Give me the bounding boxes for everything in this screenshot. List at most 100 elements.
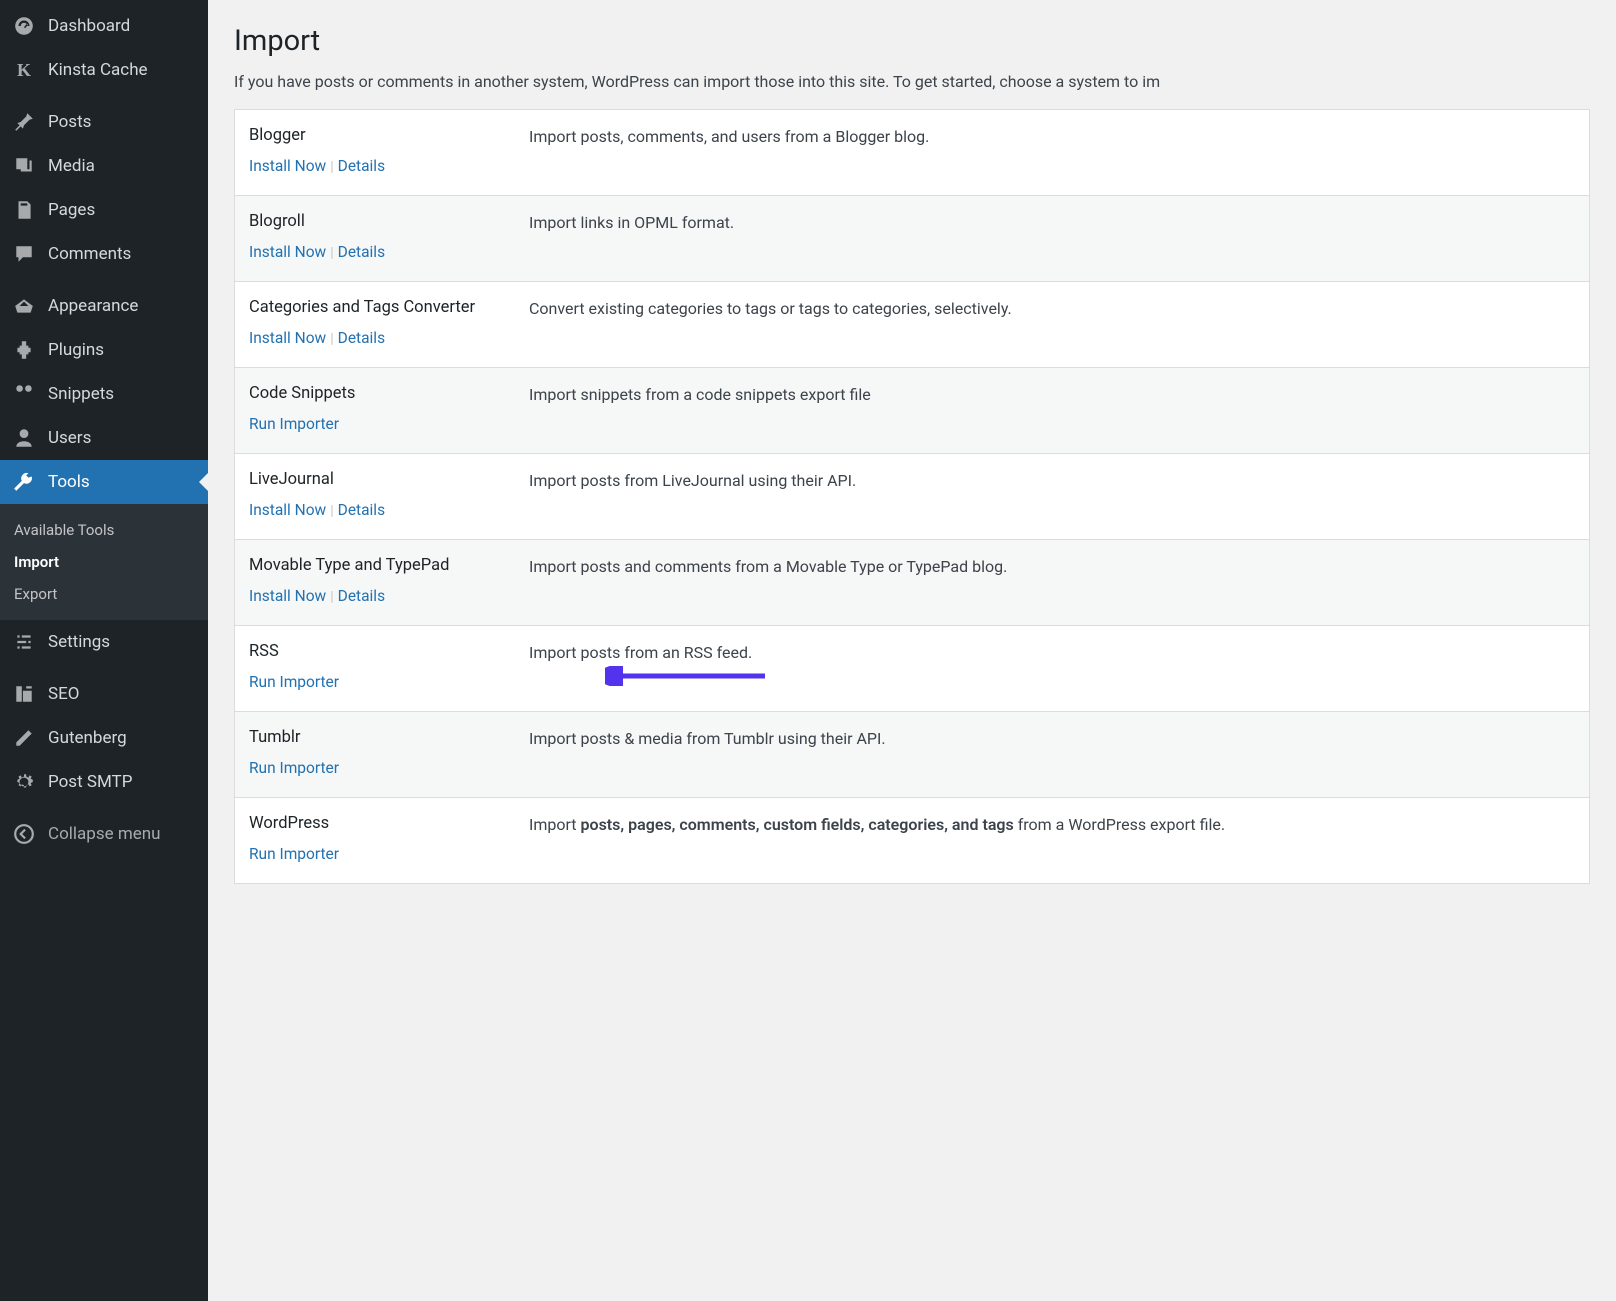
importer-description: Import links in OPML format. (529, 212, 734, 261)
importer-actions: Run Importer (249, 759, 529, 777)
sidebar-item-post-smtp[interactable]: Post SMTP (0, 760, 208, 804)
appearance-icon (12, 294, 36, 318)
kinsta-icon: K (12, 58, 36, 82)
importer-description: Convert existing categories to tags or t… (529, 298, 1012, 347)
submenu-available-tools[interactable]: Available Tools (0, 514, 208, 546)
importer-name: Code Snippets (249, 384, 529, 403)
wrench-icon (12, 470, 36, 494)
sidebar-item-appearance[interactable]: Appearance (0, 284, 208, 328)
admin-sidebar: Dashboard K Kinsta Cache Posts Media Pag… (0, 0, 208, 1301)
menu-label: Comments (48, 244, 131, 264)
page-title: Import (234, 24, 1590, 58)
install-now-link[interactable]: Install Now (249, 157, 326, 175)
sidebar-item-users[interactable]: Users (0, 416, 208, 460)
importer-actions: Install Now|Details (249, 329, 529, 347)
importer-actions: Install Now|Details (249, 501, 529, 519)
details-link[interactable]: Details (338, 243, 385, 261)
details-link[interactable]: Details (338, 501, 385, 519)
sidebar-item-dashboard[interactable]: Dashboard (0, 4, 208, 48)
importer-table: Blogger Install Now|Details Import posts, … (234, 109, 1590, 884)
seo-icon (12, 682, 36, 706)
menu-label: Users (48, 428, 91, 448)
importer-row: Blogroll Install Now|DetailsImport links … (235, 196, 1589, 282)
details-link[interactable]: Details (338, 329, 385, 347)
scissors-icon (12, 382, 36, 406)
sidebar-item-seo[interactable]: SEO (0, 672, 208, 716)
importer-description: Import posts from LiveJournal using thei… (529, 470, 856, 519)
menu-label: Posts (48, 112, 91, 132)
sidebar-item-tools[interactable]: Tools (0, 460, 208, 504)
pencil-icon (12, 726, 36, 750)
tools-submenu: Available Tools Import Export (0, 504, 208, 620)
importer-actions: Run Importer (249, 673, 529, 691)
importer-description: Import posts & media from Tumblr using t… (529, 728, 886, 777)
menu-label: Snippets (48, 384, 114, 404)
menu-label: Gutenberg (48, 728, 127, 748)
importer-name: Movable Type and TypePad (249, 556, 529, 575)
pin-icon (12, 110, 36, 134)
menu-label: Kinsta Cache (48, 60, 148, 80)
collapse-icon (12, 822, 36, 846)
importer-name: Blogger (249, 126, 529, 145)
menu-label: Pages (48, 200, 95, 220)
comment-icon (12, 242, 36, 266)
highlight-arrow-icon (605, 666, 775, 686)
importer-name: Tumblr (249, 728, 529, 747)
settings-icon (12, 630, 36, 654)
intro-text: If you have posts or comments in another… (234, 72, 1590, 91)
sidebar-item-gutenberg[interactable]: Gutenberg (0, 716, 208, 760)
collapse-menu[interactable]: Collapse menu (0, 812, 208, 856)
importer-row: RSSRun ImporterImport posts from an RSS … (235, 626, 1589, 712)
importer-name: RSS (249, 642, 529, 661)
run-importer-link[interactable]: Run Importer (249, 673, 339, 691)
dashboard-icon (12, 14, 36, 38)
install-now-link[interactable]: Install Now (249, 587, 326, 605)
importer-name: Blogroll (249, 212, 529, 231)
menu-label: Settings (48, 632, 110, 652)
install-now-link[interactable]: Install Now (249, 501, 326, 519)
importer-row: Code Snippets Run Importer Import snippets… (235, 368, 1589, 454)
importer-actions: Run Importer (249, 415, 529, 433)
importer-name: WordPress (249, 814, 529, 833)
importer-row: Categories and Tags Converter Install Now… (235, 282, 1589, 368)
details-link[interactable]: Details (338, 157, 385, 175)
install-now-link[interactable]: Install Now (249, 329, 326, 347)
main-content: Import If you have posts or comments in … (208, 0, 1616, 1301)
run-importer-link[interactable]: Run Importer (249, 415, 339, 433)
menu-label: SEO (48, 684, 79, 704)
importer-description: Import posts and comments from a Movable… (529, 556, 1007, 605)
sidebar-item-pages[interactable]: Pages (0, 188, 208, 232)
gear-icon (12, 770, 36, 794)
sidebar-item-comments[interactable]: Comments (0, 232, 208, 276)
importer-name: Categories and Tags Converter (249, 298, 529, 317)
importer-row: WordPressRun ImporterImport posts, pages… (235, 798, 1589, 883)
run-importer-link[interactable]: Run Importer (249, 845, 339, 863)
run-importer-link[interactable]: Run Importer (249, 759, 339, 777)
importer-description: Import posts, comments, and users from a… (529, 126, 929, 175)
menu-label: Appearance (48, 296, 138, 316)
sidebar-item-settings[interactable]: Settings (0, 620, 208, 664)
page-icon (12, 198, 36, 222)
sidebar-item-kinsta-cache[interactable]: K Kinsta Cache (0, 48, 208, 92)
importer-row: BloggerInstall Now|DetailsImport posts, … (235, 110, 1589, 196)
importer-row: Tumblr Run Importer Import posts & media f… (235, 712, 1589, 798)
sidebar-item-media[interactable]: Media (0, 144, 208, 188)
details-link[interactable]: Details (338, 587, 385, 605)
importer-actions: Install Now|Details (249, 587, 529, 605)
media-icon (12, 154, 36, 178)
menu-label: Media (48, 156, 95, 176)
plugin-icon (12, 338, 36, 362)
importer-actions: Install Now|Details (249, 243, 529, 261)
user-icon (12, 426, 36, 450)
install-now-link[interactable]: Install Now (249, 243, 326, 261)
sidebar-item-snippets[interactable]: Snippets (0, 372, 208, 416)
menu-label: Collapse menu (48, 824, 161, 844)
menu-label: Plugins (48, 340, 104, 360)
sidebar-item-plugins[interactable]: Plugins (0, 328, 208, 372)
menu-label: Tools (48, 472, 90, 492)
importer-description: Import snippets from a code snippets exp… (529, 384, 871, 433)
submenu-export[interactable]: Export (0, 578, 208, 610)
submenu-import[interactable]: Import (0, 546, 208, 578)
sidebar-item-posts[interactable]: Posts (0, 100, 208, 144)
importer-actions: Run Importer (249, 845, 529, 863)
